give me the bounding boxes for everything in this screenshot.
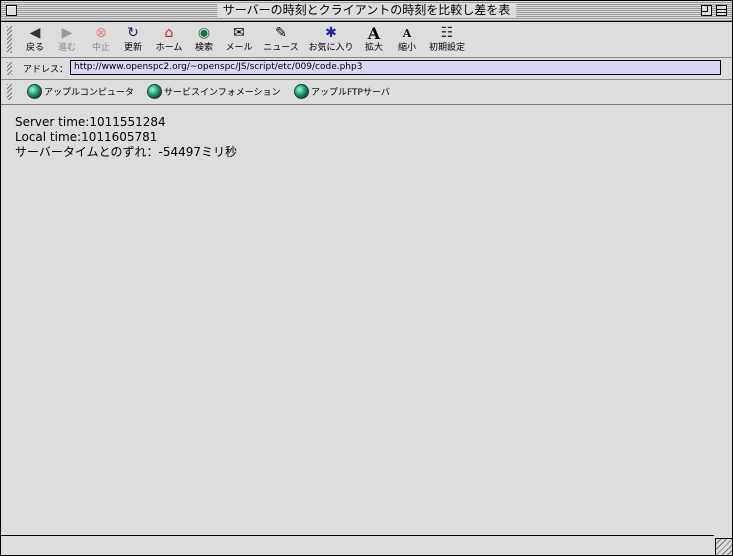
font-larger-icon: A <box>367 24 381 43</box>
preferences-icon: ☷ <box>440 25 454 41</box>
page-content: Server time:1011551284 Local time:101160… <box>5 105 728 532</box>
address-field[interactable]: http://www.openspc2.org/~openspc/JS/scri… <box>70 60 721 75</box>
favorites-bar: アップルコンピュータ サービスインフォメーション アップルFTPサーバ <box>1 80 732 105</box>
globe-icon <box>294 84 309 99</box>
toolbar: ◀ 戻る ▶ 進む ⊗ 中止 ↻ 更新 ⌂ ホーム ◉ 検索 ✉ メール ✎ ニ <box>1 22 732 58</box>
favorites-icon: ✱ <box>325 25 337 41</box>
favorite-service-information[interactable]: サービスインフォメーション <box>147 84 281 100</box>
favorites-bar-grip[interactable] <box>7 84 12 100</box>
collapse-box-icon[interactable] <box>716 5 727 16</box>
font-smaller-icon: A <box>402 27 412 40</box>
favorite-apple-computer[interactable]: アップルコンピュータ <box>27 84 134 100</box>
forward-arrow-icon: ▶ <box>61 25 73 41</box>
browser-window: サーバーの時刻とクライアントの時刻を比較し差を表 ◀ 戻る ▶ 進む ⊗ 中止 … <box>0 0 733 556</box>
news-button[interactable]: ✎ ニュース <box>261 25 301 53</box>
globe-icon <box>27 84 42 99</box>
preferences-button[interactable]: ☷ 初期設定 <box>427 25 467 53</box>
search-button[interactable]: ◉ 検索 <box>192 25 216 53</box>
stop-button[interactable]: ⊗ 中止 <box>89 25 113 53</box>
zoom-box-icon[interactable] <box>701 5 712 16</box>
mail-icon: ✉ <box>233 25 245 41</box>
time-difference-text: サーバータイムとのずれ：-54497ミリ秒 <box>15 145 238 159</box>
search-globe-icon: ◉ <box>197 25 211 41</box>
address-bar: アドレス： http://www.openspc2.org/~openspc/J… <box>1 58 732 80</box>
globe-icon <box>147 84 162 99</box>
news-icon: ✎ <box>275 25 287 41</box>
window-title: サーバーの時刻とクライアントの時刻を比較し差を表 <box>216 3 517 18</box>
close-box-icon[interactable] <box>6 5 17 16</box>
forward-button[interactable]: ▶ 進む <box>55 25 79 53</box>
stop-icon: ⊗ <box>95 25 107 41</box>
home-button[interactable]: ⌂ ホーム <box>153 25 185 53</box>
resize-grip-icon[interactable] <box>715 538 732 555</box>
toolbar-grip[interactable] <box>7 26 12 53</box>
server-time-text: Server time:1011551284 <box>15 115 166 129</box>
favorites-button[interactable]: ✱ お気に入り <box>307 25 355 53</box>
status-bar <box>1 535 714 554</box>
refresh-button[interactable]: ↻ 更新 <box>121 25 145 53</box>
font-smaller-button[interactable]: A 縮小 <box>395 25 419 53</box>
back-arrow-icon: ◀ <box>29 25 41 41</box>
address-bar-grip[interactable] <box>7 62 12 75</box>
local-time-text: Local time:1011605781 <box>15 130 158 144</box>
mail-button[interactable]: ✉ メール <box>223 25 255 53</box>
address-label: アドレス： <box>23 65 69 75</box>
refresh-icon: ↻ <box>127 25 139 41</box>
font-larger-button[interactable]: A 拡大 <box>362 25 386 53</box>
home-icon: ⌂ <box>164 25 174 41</box>
title-bar[interactable]: サーバーの時刻とクライアントの時刻を比較し差を表 <box>1 1 732 22</box>
favorite-apple-ftp-server[interactable]: アップルFTPサーバ <box>294 84 390 100</box>
back-button[interactable]: ◀ 戻る <box>23 25 47 53</box>
